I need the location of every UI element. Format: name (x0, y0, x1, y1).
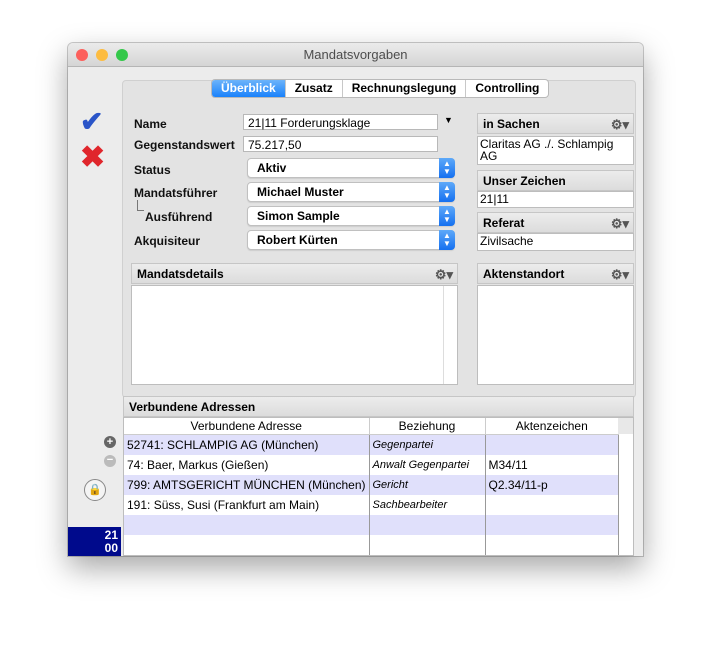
dropdown-arrow-icon[interactable]: ▼ (444, 115, 453, 125)
gear-icon[interactable]: ⚙▾ (611, 264, 629, 285)
gear-icon[interactable]: ⚙▾ (611, 114, 629, 135)
close-button[interactable] (76, 49, 88, 61)
window-title: Mandatsvorgaben (303, 47, 408, 62)
updown-icon: ▲ ▼ (439, 206, 455, 226)
minimize-button[interactable] (96, 49, 108, 61)
column-header[interactable]: Aktenzeichen (485, 418, 619, 435)
window: Mandatsvorgaben ✔ ✖ Überblick Zusatz Rec… (68, 43, 643, 556)
tab-rechnungslegung[interactable]: Rechnungslegung (343, 80, 467, 97)
addresses-header: Verbundene Adressen (123, 396, 634, 417)
addresses-table: Verbundene Adresse Beziehung Aktenzeiche… (123, 417, 634, 556)
table-row[interactable] (124, 515, 619, 535)
add-icon[interactable]: + (104, 436, 116, 448)
referat-field[interactable]: Zivilsache (477, 233, 634, 251)
unser-zeichen-header: Unser Zeichen (477, 170, 634, 191)
updown-icon: ▲ ▼ (439, 230, 455, 250)
badge-line: 00 (104, 541, 118, 555)
tab-bar: Überblick Zusatz Rechnungslegung Control… (211, 79, 550, 98)
table-cell (369, 535, 486, 555)
table-cell (485, 515, 619, 535)
name-label: Name (134, 117, 167, 131)
table-cell: Sachbearbeiter (369, 495, 486, 515)
tab-zusatz[interactable]: Zusatz (286, 80, 343, 97)
table-cell: 52741: SCHLAMPIG AG (München) (124, 434, 370, 455)
tab-ueberblick[interactable]: Überblick (212, 80, 286, 97)
name-field[interactable]: 21|11 Forderungsklage (243, 114, 438, 130)
column-header[interactable]: Beziehung (369, 418, 486, 435)
column-header[interactable]: Verbundene Adresse (124, 418, 370, 435)
ausfuehrend-select[interactable]: Simon Sample ▲ ▼ (247, 206, 455, 226)
scrollbar-corner (618, 418, 633, 434)
updown-icon: ▲ ▼ (439, 182, 455, 202)
mandatsfuehrer-select[interactable]: Michael Muster ▲ ▼ (247, 182, 455, 202)
table-row[interactable]: 74: Baer, Markus (Gießen) Anwalt Gegenpar… (124, 455, 619, 475)
status-value: Aktiv (257, 161, 287, 175)
table-row[interactable]: 799: AMTSGERICHT MÜNCHEN (München) Gerich… (124, 475, 619, 495)
table-cell (124, 515, 370, 535)
akquisiteur-label: Akquisiteur (134, 234, 201, 248)
mandatsdetails-textarea[interactable] (131, 285, 458, 385)
table-cell: 191: Süss, Susi (Frankfurt am Main) (124, 495, 370, 515)
zoom-button[interactable] (116, 49, 128, 61)
title-bar: Mandatsvorgaben (68, 43, 643, 67)
gegenstandswert-field[interactable]: 75.217,50 (243, 136, 438, 152)
table-cell (124, 535, 370, 555)
in-sachen-header: in Sachen ⚙▾ (477, 113, 634, 134)
gegenstandswert-label: Gegenstandswert (134, 138, 235, 152)
in-sachen-field[interactable]: Claritas AG ./. Schlampig AG (477, 136, 634, 165)
aktenstandort-header: Aktenstandort ⚙▾ (477, 263, 634, 284)
table-cell: 799: AMTSGERICHT MÜNCHEN (München) (124, 475, 370, 495)
table-row[interactable] (124, 535, 619, 555)
mandatsdetails-header: Mandatsdetails ⚙▾ (131, 263, 458, 284)
akquisiteur-value: Robert Kürten (257, 233, 338, 247)
referat-label: Referat (483, 216, 525, 230)
ausfuehrend-label: Ausführend (145, 210, 213, 224)
hierarchy-line (137, 200, 144, 211)
table-cell: Gegenpartei (369, 434, 486, 455)
unser-zeichen-field[interactable]: 21|11 (477, 191, 634, 208)
remove-icon[interactable]: − (104, 455, 116, 467)
table-cell: Q2.34/11-p (485, 475, 619, 495)
akquisiteur-select[interactable]: Robert Kürten ▲ ▼ (247, 230, 455, 250)
table-cell (369, 515, 486, 535)
table-cell: 74: Baer, Markus (Gießen) (124, 455, 370, 475)
lock-icon[interactable]: 🔒 (84, 479, 106, 501)
table-cell: M34/11 (485, 455, 619, 475)
mandatsfuehrer-label: Mandatsführer (134, 186, 218, 200)
table-cell: Anwalt Gegenpartei (369, 455, 486, 475)
ausfuehrend-value: Simon Sample (257, 209, 340, 223)
aktenstandort-field[interactable] (477, 285, 634, 385)
gear-icon[interactable]: ⚙▾ (435, 264, 453, 285)
gear-icon[interactable]: ⚙▾ (611, 213, 629, 234)
scrollbar[interactable] (443, 286, 444, 384)
referat-header: Referat ⚙▾ (477, 212, 634, 233)
table-cell (485, 535, 619, 555)
number-badge: 21 00 (68, 527, 121, 556)
table-cell (485, 495, 619, 515)
tab-controlling[interactable]: Controlling (466, 80, 548, 97)
status-label: Status (134, 163, 171, 177)
table-cell: Gericht (369, 475, 486, 495)
table-cell (485, 434, 619, 455)
status-select[interactable]: Aktiv ▲ ▼ (247, 158, 455, 178)
checkmark-icon[interactable]: ✔ (80, 105, 103, 138)
cancel-x-icon[interactable]: ✖ (80, 140, 105, 175)
table-row[interactable]: 52741: SCHLAMPIG AG (München) Gegenpartei (124, 434, 619, 455)
updown-icon: ▲ ▼ (439, 158, 455, 178)
in-sachen-label: in Sachen (483, 117, 540, 131)
mandatsfuehrer-value: Michael Muster (257, 185, 344, 199)
table-row[interactable]: 191: Süss, Susi (Frankfurt am Main) Sachb… (124, 495, 619, 515)
aktenstandort-label: Aktenstandort (483, 267, 565, 281)
mandatsdetails-label: Mandatsdetails (137, 267, 224, 281)
